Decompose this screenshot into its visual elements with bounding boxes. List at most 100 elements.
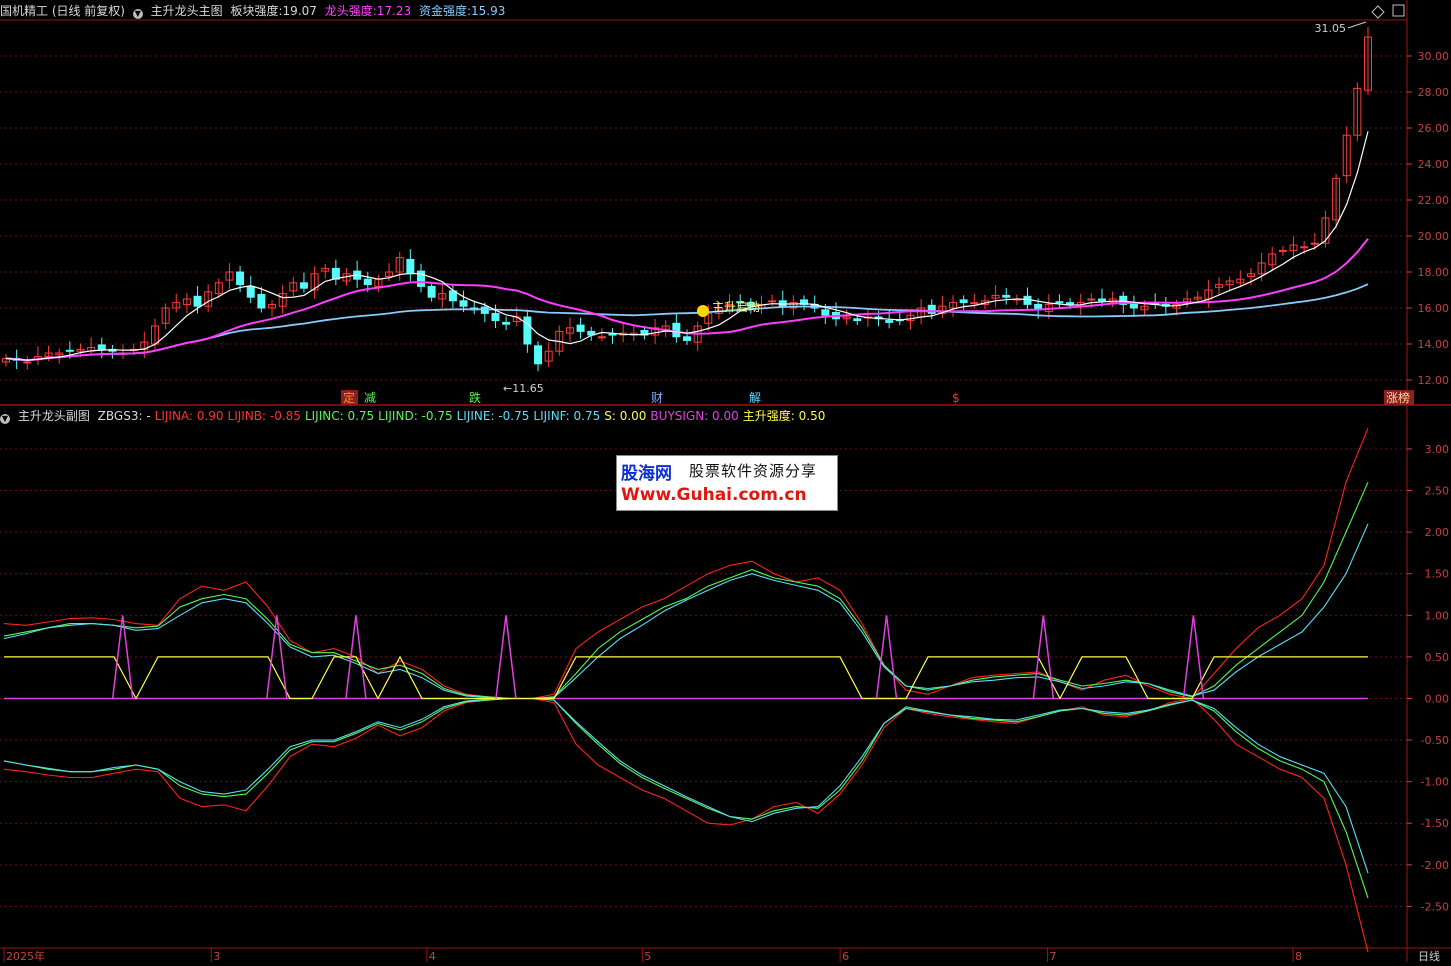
sub-indicator-toggle-icon[interactable]: ▼ <box>0 414 10 424</box>
candle-down <box>459 300 468 307</box>
watermark-brand: 股海网 <box>621 464 672 484</box>
watermark-url: Www.Guhai.com.cn <box>621 485 807 505</box>
sub-y-tick-label: -2.00 <box>1421 859 1449 872</box>
sub-indicator-value: S: 0.00 <box>604 409 647 423</box>
sub-y-tick-label: 0.00 <box>1425 692 1450 705</box>
lijin-line-lijind <box>3 697 1369 899</box>
sub-y-tick-label: -0.50 <box>1421 734 1449 747</box>
sub-indicator-value: LIJINE: -0.75 <box>456 409 530 423</box>
candle-up <box>970 302 979 305</box>
bankuai-label: 板块强度: <box>230 4 283 18</box>
sub-y-tick-label: 1.50 <box>1425 568 1450 581</box>
x-tick-label: 2025年 <box>6 949 45 962</box>
x-tick-label: 7 <box>1049 950 1056 962</box>
stock-title: 国机精工 (日线 前复权) <box>0 4 125 18</box>
candle-down <box>1055 301 1064 304</box>
candle-down <box>853 318 862 322</box>
bankuai-value: 19.07 <box>282 4 317 18</box>
sub-indicator-value: ZBGS3: - <box>97 409 151 423</box>
main-y-tick-label: 26.00 <box>1418 122 1450 135</box>
candle-down <box>363 278 372 286</box>
longtou-value: 17.23 <box>376 4 412 18</box>
main-indicator-name: 主升龙头主图 <box>150 4 223 18</box>
main-y-tick-label: 28.00 <box>1418 86 1450 99</box>
lijin-line-lijine <box>3 523 1369 700</box>
sub-indicator-value: LIJINC: 0.75 <box>304 409 375 423</box>
event-marker: 涨榜 <box>1386 390 1410 405</box>
main-y-tick-label: 22.00 <box>1418 194 1450 207</box>
sub-indicator-value: 主升强度: 0.50 <box>742 409 826 423</box>
chart-stage: 12.00 14.00 16.00 18.00 20.00 22.00 24.00 26.00… <box>0 0 1451 963</box>
sub-y-tick-label: -1.50 <box>1421 817 1449 830</box>
sub-indicator-value: LIJINB: -0.85 <box>227 409 301 423</box>
x-tick-label: 6 <box>842 950 849 962</box>
ma-slow-line <box>5 283 1369 362</box>
candle-down <box>672 322 681 338</box>
sub-indicator-name: 主升龙头副图 <box>17 409 90 423</box>
lijin-line-lijinf <box>3 697 1369 874</box>
zijin-label: 资金强度: <box>418 4 472 18</box>
main-y-tick-label: 24.00 <box>1418 158 1450 171</box>
x-tick-label: 5 <box>644 950 651 962</box>
zijin-value: 15.93 <box>471 4 506 18</box>
sub-indicator-value: BUYSIGN: 0.00 <box>650 409 739 423</box>
candle-up <box>768 300 777 303</box>
low-price-label: ←11.65 <box>503 382 544 395</box>
candle-up <box>1310 242 1319 245</box>
candle-down <box>502 321 511 325</box>
x-tick-label: 3 <box>213 950 220 962</box>
main-y-tick-label: 12.00 <box>1418 374 1450 387</box>
high-price-label: 31.05 <box>1315 22 1347 35</box>
main-chart-header: 国机精工 (日线 前复权) ▼ 主升龙头主图 板块强度:19.07 龙头强度:1… <box>0 1 509 21</box>
candle-up <box>1278 249 1287 252</box>
candle-down <box>246 285 255 298</box>
candle-down <box>299 282 308 289</box>
sub-indicator-value: LIJINF: 0.75 <box>533 409 601 423</box>
candle-up <box>1300 246 1309 249</box>
longtou-label: 龙头强度: <box>324 4 377 18</box>
period-label: 日线 <box>1418 949 1440 962</box>
candle-down <box>1066 302 1075 305</box>
ma-fast-line <box>5 131 1369 361</box>
watermark-banner: 股海网 股票软件资源分享 Www.Guhai.com.cn <box>616 455 838 511</box>
candle-down <box>885 320 894 323</box>
candle-down <box>236 271 245 286</box>
main-y-tick-label: 30.00 <box>1418 50 1450 63</box>
diamond-icon <box>1371 5 1385 19</box>
sub-y-tick-label: -2.50 <box>1421 900 1449 913</box>
sub-chart-header: ▼ 主升龙头副图 ZBGS3: - LIJINA: 0.90 LIJINB: -0.… <box>0 406 829 426</box>
candle-down <box>1097 298 1106 302</box>
lijin-line-lijinc <box>3 481 1369 700</box>
candle-down <box>821 309 830 316</box>
event-marker: 减 <box>364 391 376 405</box>
sub-y-tick-label: 2.50 <box>1425 485 1450 498</box>
main-y-tick-label: 20.00 <box>1418 230 1450 243</box>
x-tick-label: 4 <box>429 950 436 962</box>
candle-down <box>65 349 74 352</box>
event-marker: 财 <box>651 391 663 405</box>
event-marker: 解 <box>749 391 761 405</box>
main-y-tick-label: 18.00 <box>1418 266 1450 279</box>
candle-down <box>491 312 500 322</box>
x-tick-label: 8 <box>1295 950 1302 962</box>
event-marker: 跌 <box>469 390 481 405</box>
sub-y-tick-label: 2.00 <box>1425 526 1450 539</box>
candle-down <box>406 258 415 275</box>
event-marker: 定 <box>343 390 355 405</box>
candle-down <box>576 324 585 332</box>
indicator-toggle-icon[interactable]: ▼ <box>132 9 143 19</box>
sub-y-tick-label: 3.00 <box>1425 443 1450 456</box>
candle-down <box>608 333 617 336</box>
candle-down <box>257 294 266 309</box>
candle-down <box>193 295 202 307</box>
candle-down <box>959 299 968 304</box>
event-marker: $ <box>952 391 960 405</box>
sub-indicator-value: LIJINA: 0.90 <box>154 409 224 423</box>
candle-down <box>1002 294 1011 298</box>
high-price-arrow <box>1347 21 1367 29</box>
candle-up <box>597 336 606 339</box>
watermark-tagline: 股票软件资源分享 <box>689 462 818 480</box>
candle-up <box>1087 298 1096 301</box>
lijin-line-lijinb <box>3 697 1369 953</box>
candle-down <box>523 316 532 345</box>
